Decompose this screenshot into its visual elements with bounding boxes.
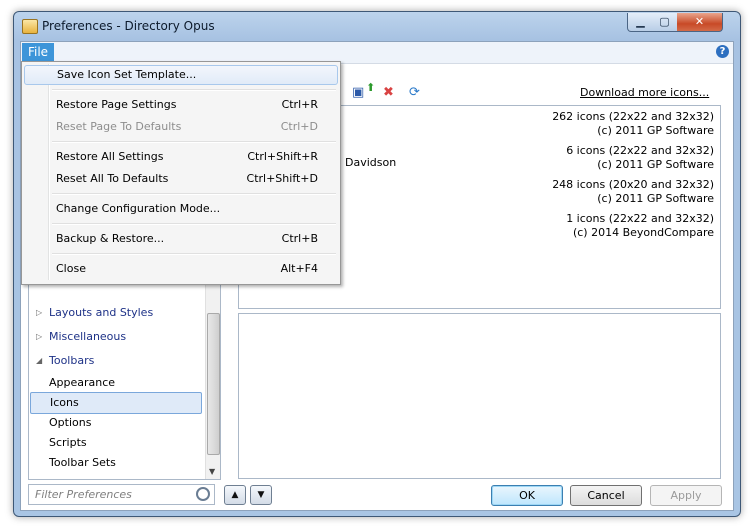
cancel-button[interactable]: Cancel: [570, 485, 642, 506]
ok-button[interactable]: OK: [491, 485, 563, 506]
file-dropdown-menu: Save Icon Set Template... Restore Page S…: [21, 61, 341, 285]
collapse-arrow-icon[interactable]: ◢: [36, 351, 42, 371]
tree-label: Scripts: [49, 436, 87, 449]
file-menu[interactable]: File: [22, 43, 54, 61]
download-more-icons-link[interactable]: Download more icons...: [580, 86, 709, 99]
icon-count: 248 icons (20x20 and 32x32): [552, 178, 714, 191]
menu-item-shortcut: Ctrl+B: [281, 232, 318, 245]
menu-item-backup-restore[interactable]: Backup & Restore... Ctrl+B: [24, 229, 336, 249]
tree-label: Icons: [50, 396, 79, 409]
icon-preview-pane[interactable]: [238, 313, 721, 479]
maximize-button[interactable]: ▢: [652, 13, 678, 32]
expand-arrow-icon[interactable]: ▷: [36, 327, 42, 347]
apply-button[interactable]: Apply: [650, 485, 722, 506]
close-window-button[interactable]: ✕: [677, 13, 723, 32]
minimize-button[interactable]: ▁: [627, 13, 654, 32]
refresh-icon[interactable]: ⟳: [409, 85, 420, 100]
menu-item-shortcut: Ctrl+Shift+D: [246, 172, 318, 185]
menu-item-label: Close: [56, 262, 86, 275]
app-icon: [22, 19, 38, 34]
tree-label: Appearance: [49, 376, 116, 389]
menu-item-shortcut: Ctrl+R: [281, 98, 318, 111]
menu-item-save-icon-set-template[interactable]: Save Icon Set Template...: [24, 65, 338, 85]
menu-item-label: Backup & Restore...: [56, 232, 165, 245]
menu-item-label: Restore Page Settings: [56, 98, 177, 111]
tree-label: Toolbars: [49, 354, 95, 367]
list-item[interactable]: 262 icons (22x22 and 32x32) (c) 2011 GP …: [552, 110, 714, 138]
menu-item-shortcut: Ctrl+Shift+R: [247, 150, 318, 163]
menu-item-restore-page-settings[interactable]: Restore Page Settings Ctrl+R: [24, 95, 336, 115]
menu-separator: [52, 193, 336, 195]
search-icon: [196, 487, 210, 501]
menu-item-close[interactable]: Close Alt+F4: [24, 259, 336, 279]
tree-label: Layouts and Styles: [49, 306, 154, 319]
scrollbar-thumb[interactable]: [207, 313, 220, 455]
upload-arrow-icon[interactable]: ⬆: [366, 81, 375, 94]
menu-item-restore-all-settings[interactable]: Restore All Settings Ctrl+Shift+R: [24, 147, 336, 167]
move-up-button[interactable]: ▲: [224, 485, 246, 505]
search-placeholder: Filter Preferences: [35, 488, 132, 501]
menu-item-label: Reset All To Defaults: [56, 172, 169, 185]
move-down-button[interactable]: ▼: [250, 485, 272, 505]
tree-item-icons[interactable]: Icons: [30, 392, 202, 414]
menu-item-shortcut: Alt+F4: [280, 262, 318, 275]
scroll-down-icon[interactable]: ▼: [209, 467, 215, 476]
icon-count: 262 icons (22x22 and 32x32): [552, 110, 714, 123]
save-icon[interactable]: ▣: [352, 85, 364, 100]
list-item[interactable]: 1 icons (22x22 and 32x32) (c) 2014 Beyon…: [566, 212, 714, 240]
menu-separator: [52, 89, 336, 91]
menu-item-label: Change Configuration Mode...: [56, 202, 221, 215]
tree-label: Options: [49, 416, 92, 429]
list-item[interactable]: 6 icons (22x22 and 32x32) (c) 2011 GP So…: [566, 144, 714, 172]
menu-item-change-configuration-mode[interactable]: Change Configuration Mode...: [24, 199, 336, 219]
menu-item-reset-all-to-defaults[interactable]: Reset All To Defaults Ctrl+Shift+D: [24, 169, 336, 189]
menu-separator: [52, 253, 336, 255]
icon-count: 1 icons (22x22 and 32x32): [566, 212, 714, 225]
menu-item-label: Reset Page To Defaults: [56, 120, 182, 133]
expand-arrow-icon[interactable]: ▷: [36, 303, 42, 323]
menu-item-label: Save Icon Set Template...: [57, 68, 197, 81]
copyright: (c) 2011 GP Software: [597, 124, 714, 137]
filter-preferences-input[interactable]: Filter Preferences: [28, 484, 215, 505]
menu-item-shortcut: Ctrl+D: [280, 120, 318, 133]
tree-label: Miscellaneous: [49, 330, 127, 343]
copyright: (c) 2011 GP Software: [597, 192, 714, 205]
window-title: Preferences - Directory Opus: [42, 19, 215, 33]
menu-item-label: Restore All Settings: [56, 150, 164, 163]
menu-item-reset-page-to-defaults[interactable]: Reset Page To Defaults Ctrl+D: [24, 117, 336, 137]
list-item[interactable]: 248 icons (20x20 and 32x32) (c) 2011 GP …: [552, 178, 714, 206]
copyright: (c) 2014 BeyondCompare: [572, 226, 714, 239]
help-icon[interactable]: ?: [716, 45, 729, 58]
copyright: (c) 2011 GP Software: [597, 158, 714, 171]
icon-count: 6 icons (22x22 and 32x32): [566, 144, 714, 157]
menu-separator: [52, 141, 336, 143]
menu-separator: [52, 223, 336, 225]
tree-label: Toolbar Sets: [49, 456, 116, 469]
delete-icon[interactable]: ✖: [383, 85, 394, 100]
